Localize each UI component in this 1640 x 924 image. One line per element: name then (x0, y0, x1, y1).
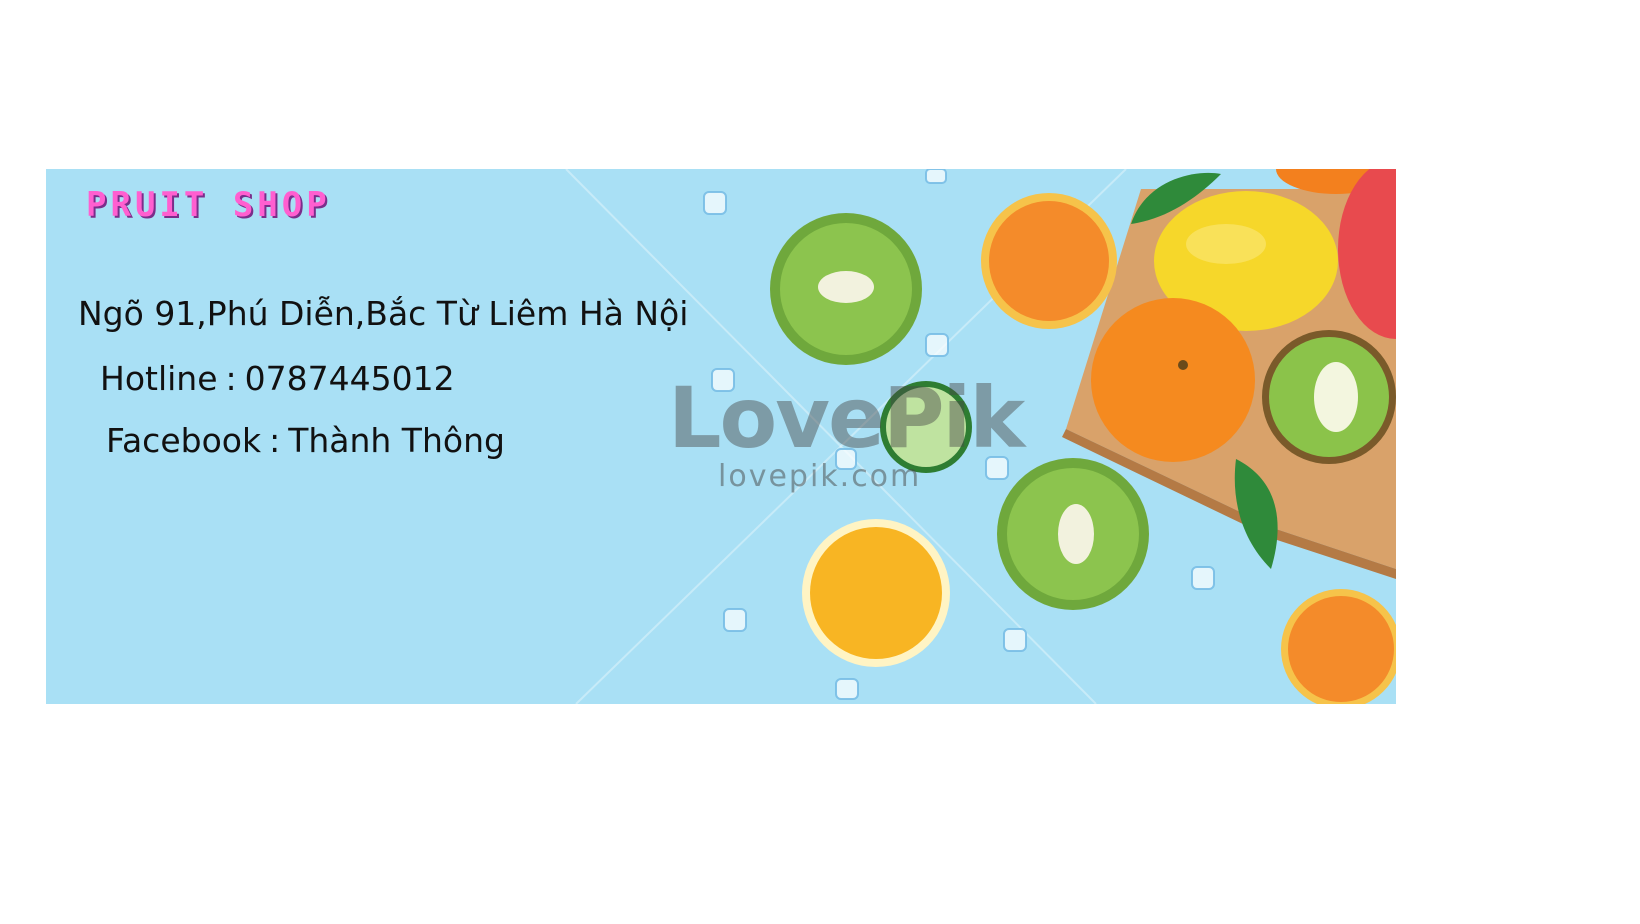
shop-facebook: Facebook: Thành Thông (106, 421, 505, 460)
shop-banner: LovePik lovepik.com PRUIT SHOP Ngõ 91,Ph… (46, 169, 1396, 704)
hotline-value: 0787445012 (244, 359, 455, 398)
hotline-label: Hotline (100, 359, 218, 398)
watermark-brand: LovePik (668, 369, 1025, 467)
watermark: LovePik lovepik.com (668, 369, 1025, 494)
facebook-value: Thành Thông (288, 421, 505, 460)
shop-hotline: Hotline:0787445012 (100, 359, 455, 398)
shop-address: Ngõ 91,Phú Diễn,Bắc Từ Liêm Hà Nội (78, 294, 689, 333)
facebook-label: Facebook (106, 421, 262, 460)
shop-title: PRUIT SHOP (86, 185, 331, 225)
orange (1091, 298, 1255, 462)
watermark-url: lovepik.com (718, 459, 922, 494)
